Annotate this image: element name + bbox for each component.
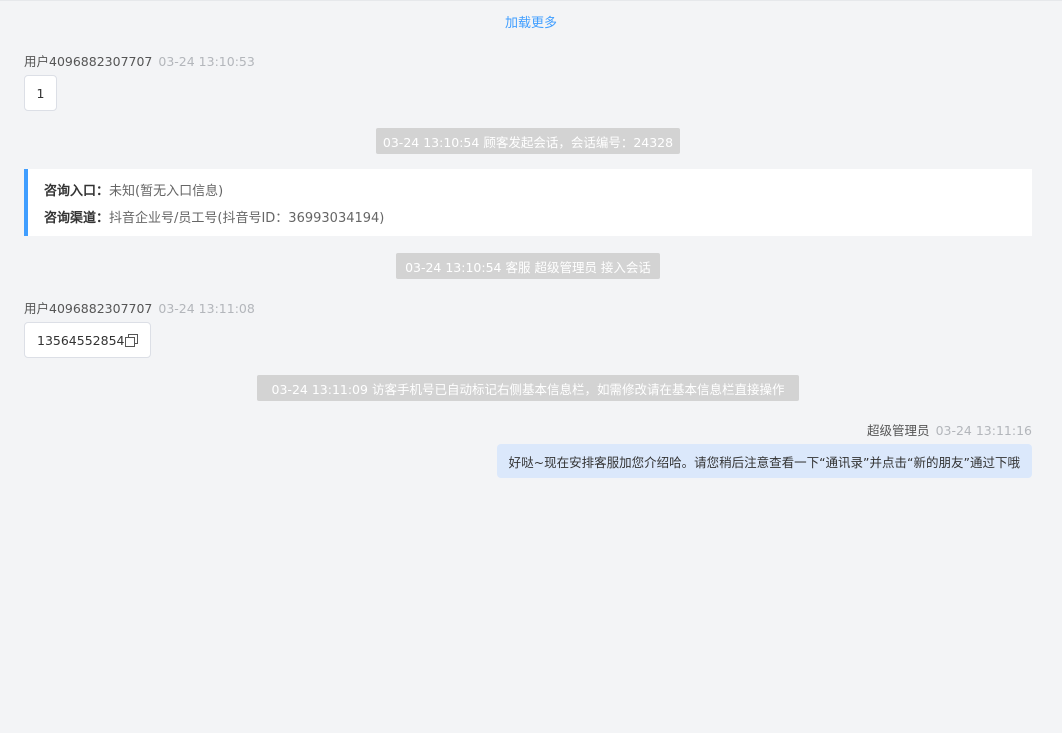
consult-channel-value: 抖音企业号/员工号(抖音号ID：36993034194) — [109, 211, 385, 226]
sender-name: 用户4096882307707 — [24, 54, 153, 69]
message-time: 03-24 13:11:16 — [935, 423, 1032, 438]
consult-entry-label: 咨询入口： — [44, 184, 110, 199]
message-text: 1 — [36, 85, 45, 101]
message-header: 用户4096882307707 03-24 13:10:53 — [24, 51, 255, 70]
sender-name: 用户4096882307707 — [24, 301, 153, 316]
agent-message-bubble: 好哒~现在安排客服加您介绍哈。请您稍后注意查看一下“通讯录”并点击“新的朋友”通… — [496, 444, 1032, 478]
visitor-message-bubble: 13564552854 — [24, 322, 152, 358]
message-header: 用户4096882307707 03-24 13:11:08 — [24, 298, 255, 317]
message-text: 好哒~现在安排客服加您介绍哈。请您稍后注意查看一下“通讯录”并点击“新的朋友”通… — [508, 454, 1020, 470]
chat-history: 加载更多 用户4096882307707 03-24 13:10:53 1 03-… — [0, 0, 1062, 733]
system-notice: 03-24 13:10:54 顾客发起会话，会话编号：24328 — [376, 128, 680, 154]
message-time: 03-24 13:10:53 — [158, 54, 255, 69]
consult-channel-label: 咨询渠道： — [44, 211, 110, 226]
visitor-message-bubble: 1 — [24, 75, 57, 111]
message-time: 03-24 13:11:08 — [158, 301, 255, 316]
system-notice: 03-24 13:11:09 访客手机号已自动标记右侧基本信息栏，如需修改请在基… — [257, 375, 799, 401]
message-text: 13564552854 — [37, 332, 125, 348]
consult-channel-row: 咨询渠道：抖音企业号/员工号(抖音号ID：36993034194) — [44, 207, 384, 226]
consultation-info-card: 咨询入口：未知(暂无入口信息) 咨询渠道：抖音企业号/员工号(抖音号ID：369… — [24, 169, 1032, 236]
system-notice: 03-24 13:10:54 客服 超级管理员 接入会话 — [396, 253, 660, 279]
agent-message-header: 超级管理员 03-24 13:11:16 — [867, 420, 1032, 439]
copy-icon[interactable] — [125, 333, 139, 347]
consult-entry-row: 咨询入口：未知(暂无入口信息) — [44, 180, 223, 199]
agent-name: 超级管理员 — [867, 423, 930, 438]
consult-entry-value: 未知(暂无入口信息) — [109, 184, 224, 199]
load-more-link[interactable]: 加载更多 — [0, 12, 1062, 31]
